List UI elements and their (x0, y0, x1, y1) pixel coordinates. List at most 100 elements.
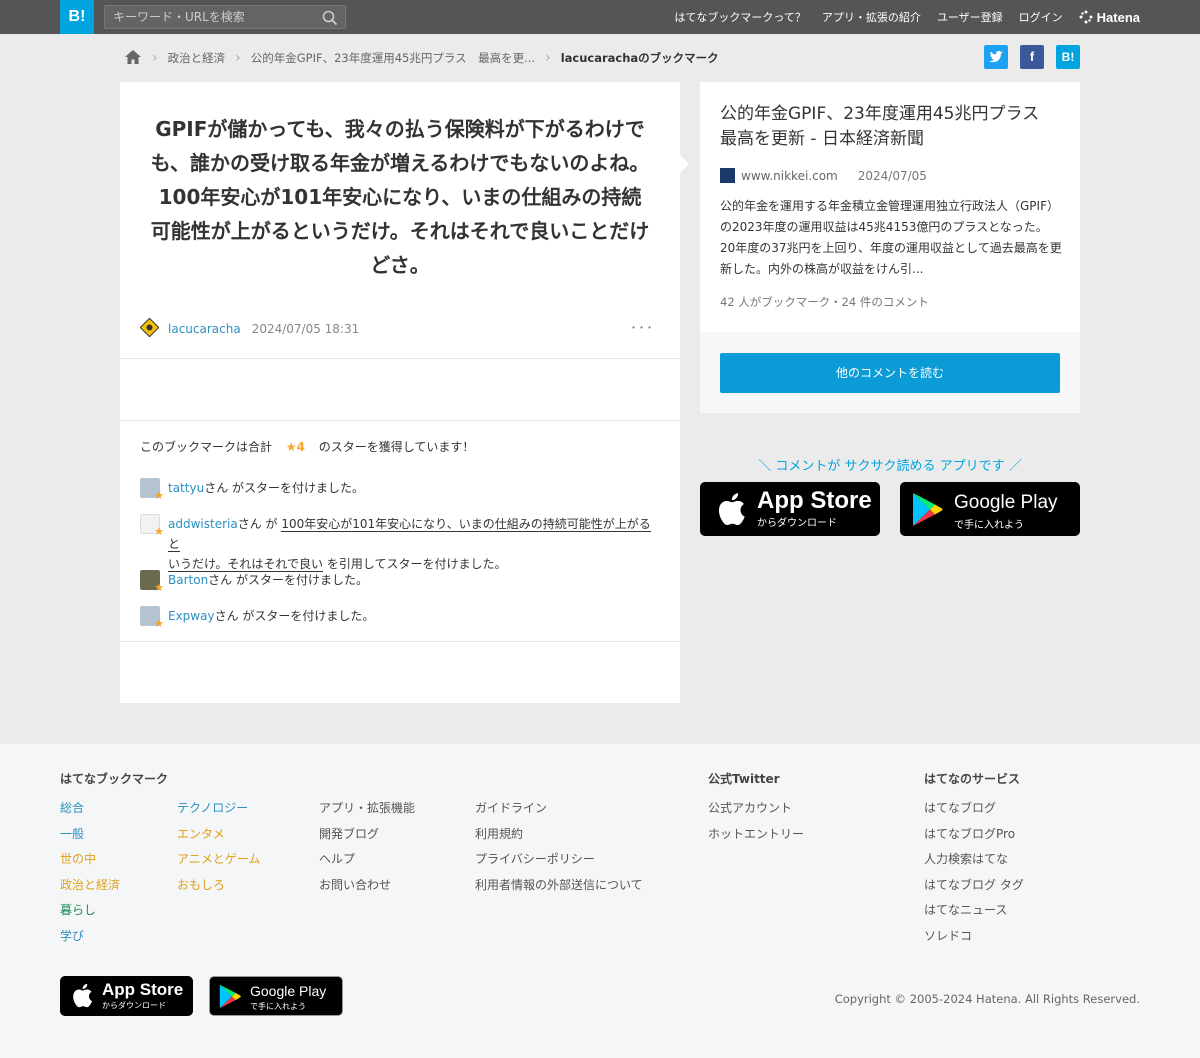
footer-heading-bookmark: はてなブックマーク (60, 772, 169, 786)
site-favicon-icon (720, 168, 735, 183)
chevron-right-icon: › (235, 50, 241, 66)
star-text: を引用してスターを付けました。 (323, 557, 507, 571)
star-summary-post: のスターを獲得しています！ (318, 440, 475, 454)
home-icon[interactable] (124, 49, 142, 68)
more-menu-icon[interactable]: ･･･ (630, 318, 654, 338)
top-bar: B! はてなブックマークって？ アプリ・拡張の紹介 ユーザー登録 ログイン Ha… (0, 0, 1200, 34)
avatar[interactable]: ★ (140, 514, 164, 538)
hatena-bookmark-logo[interactable]: B! (60, 0, 94, 34)
footer-link-news[interactable]: はてなニュース (924, 898, 1024, 924)
nav-login[interactable]: ログイン (1019, 9, 1063, 25)
footer-link-official-account[interactable]: 公式アカウント (708, 796, 804, 822)
breadcrumb-entry[interactable]: 公的年金GPIF、23年度運用45兆円プラス 最高を更... (251, 50, 535, 66)
star-summary-pre: このブックマークは合計 (140, 440, 273, 454)
footer-link-blogpro[interactable]: はてなブログPro (924, 822, 1024, 848)
twitter-share-icon[interactable] (984, 45, 1008, 69)
google-play-badge[interactable]: Google Play で手に入れよう (900, 482, 1080, 536)
entry-meta: www.nikkei.com 2024/07/05 (720, 168, 927, 183)
user-avatar[interactable] (139, 317, 160, 340)
footer-google-play-badge[interactable]: Google Play で手に入れよう (209, 976, 343, 1016)
footer-link-it[interactable]: テクノロジー (177, 796, 260, 822)
app-store-sublabel: からダウンロード (757, 518, 837, 529)
footer-link-all[interactable]: 総合 (60, 796, 120, 822)
footer-link-privacy[interactable]: プライバシーポリシー (475, 847, 643, 873)
star-user-link[interactable]: Expway (168, 609, 215, 623)
bookmark-username[interactable]: lacucaracha (168, 322, 241, 336)
google-play-label: Google Play (954, 492, 1058, 513)
search-input[interactable] (105, 6, 315, 28)
footer-twitter-links: 公式アカウント ホットエントリー (708, 796, 804, 847)
footer-link-general[interactable]: 一般 (60, 822, 120, 848)
entry-card-footer: 他のコメントを読む (700, 332, 1080, 413)
hatena-brand-link[interactable]: Hatena (1079, 10, 1140, 25)
footer-app-store-badge[interactable]: App Store からダウンロード (60, 976, 193, 1016)
footer-categories-1: 総合 一般 世の中 政治と経済 暮らし 学び (60, 796, 120, 949)
star-user-link[interactable]: Barton (168, 573, 208, 587)
search-icon[interactable] (322, 10, 338, 29)
footer-services-links: はてなブログ はてなブログPro 人力検索はてな はてなブログ タグ はてなニュ… (924, 796, 1024, 949)
google-play-icon (219, 984, 241, 1009)
footer-link-help[interactable]: ヘルプ (319, 847, 415, 873)
entry-counts[interactable]: 42 人がブックマーク・24 件のコメント (720, 294, 929, 310)
footer-link-blog[interactable]: はてなブログ (924, 796, 1024, 822)
breadcrumb-category[interactable]: 政治と経済 (168, 50, 226, 66)
star-count[interactable]: ★4 (286, 440, 305, 454)
star-icon: ★ (154, 581, 164, 594)
hatena-share-icon[interactable]: B! (1056, 45, 1080, 69)
footer-link-apps[interactable]: アプリ・拡張機能 (319, 796, 415, 822)
footer-link-life[interactable]: 暮らし (60, 898, 120, 924)
apple-icon (73, 983, 93, 1008)
footer-link-soredoko[interactable]: ソレドコ (924, 924, 1024, 950)
nav-apps[interactable]: アプリ・拡張の紹介 (822, 9, 921, 25)
footer-categories-2: テクノロジー エンタメ アニメとゲーム おもしろ (177, 796, 260, 898)
footer-link-external[interactable]: 利用者情報の外部送信について (475, 873, 643, 899)
footer-link-blogtag[interactable]: はてなブログ タグ (924, 873, 1024, 899)
search-box (104, 5, 346, 29)
footer-google-play-sublabel: で手に入れよう (250, 1002, 306, 1011)
star-text: がスターを付けました。 (238, 609, 375, 623)
footer-google-play-label: Google Play (250, 983, 327, 999)
app-store-badge[interactable]: App Store からダウンロード (700, 482, 880, 536)
entry-domain[interactable]: www.nikkei.com (741, 169, 838, 183)
entry-title-link[interactable]: 公的年金GPIF、23年度運用45兆円プラス 最高を更新 - 日本経済新聞 (720, 102, 1065, 152)
star-row: ★ Expwayさん がスターを付けました。 (140, 606, 375, 630)
top-nav: はてなブックマークって？ アプリ・拡張の紹介 ユーザー登録 ログイン Haten… (674, 0, 1140, 34)
footer-link-devblog[interactable]: 開発ブログ (319, 822, 415, 848)
footer-link-game[interactable]: アニメとゲーム (177, 847, 260, 873)
star-text: がスターを付けました。 (232, 573, 369, 587)
breadcrumb: › 政治と経済 › 公的年金GPIF、23年度運用45兆円プラス 最高を更...… (124, 47, 719, 69)
footer-link-knowledge[interactable]: 学び (60, 924, 120, 950)
footer-link-guideline[interactable]: ガイドライン (475, 796, 643, 822)
star-row: ★ addwisteriaさん が 100年安心が101年安心になり、いまの仕組… (140, 514, 660, 574)
footer-misc-1: アプリ・拡張機能 開発ブログ ヘルプ お問い合わせ (319, 796, 415, 898)
footer-link-question[interactable]: 人力検索はてな (924, 847, 1024, 873)
avatar[interactable]: ★ (140, 478, 164, 502)
chevron-right-icon: › (545, 50, 551, 66)
footer-link-entertainment[interactable]: エンタメ (177, 822, 260, 848)
card-pointer (679, 154, 689, 174)
footer-app-store-sublabel: からダウンロード (102, 1001, 166, 1010)
entry-card: 公的年金GPIF、23年度運用45兆円プラス 最高を更新 - 日本経済新聞 ww… (700, 82, 1080, 413)
footer-link-terms[interactable]: 利用規約 (475, 822, 643, 848)
footer-link-hotentry[interactable]: ホットエントリー (708, 822, 804, 848)
nav-about[interactable]: はてなブックマークって？ (674, 9, 805, 25)
google-play-sublabel: で手に入れよう (954, 520, 1024, 531)
footer-link-social[interactable]: 世の中 (60, 847, 120, 873)
star-user-link[interactable]: tattyu (168, 481, 204, 495)
star-san: さん (208, 573, 233, 587)
share-buttons: f B! (984, 45, 1080, 69)
avatar[interactable]: ★ (140, 570, 164, 594)
nav-register[interactable]: ユーザー登録 (937, 9, 1003, 25)
facebook-share-icon[interactable]: f (1020, 45, 1044, 69)
star-summary: このブックマークは合計 ★4 のスターを獲得しています！ (140, 438, 474, 455)
avatar[interactable]: ★ (140, 606, 164, 630)
hatena-brand-label: Hatena (1096, 9, 1140, 25)
star-user-link[interactable]: addwisteria (168, 517, 238, 531)
footer-link-economics[interactable]: 政治と経済 (60, 873, 120, 899)
footer-link-fun[interactable]: おもしろ (177, 873, 260, 899)
read-comments-button[interactable]: 他のコメントを読む (720, 353, 1060, 393)
app-promo-text: ＼ コメントが サクサク読める アプリです ／ (758, 459, 1022, 474)
footer-link-contact[interactable]: お問い合わせ (319, 873, 415, 899)
chevron-right-icon: › (152, 50, 158, 66)
bookmark-date[interactable]: 2024/07/05 18:31 (252, 322, 360, 336)
